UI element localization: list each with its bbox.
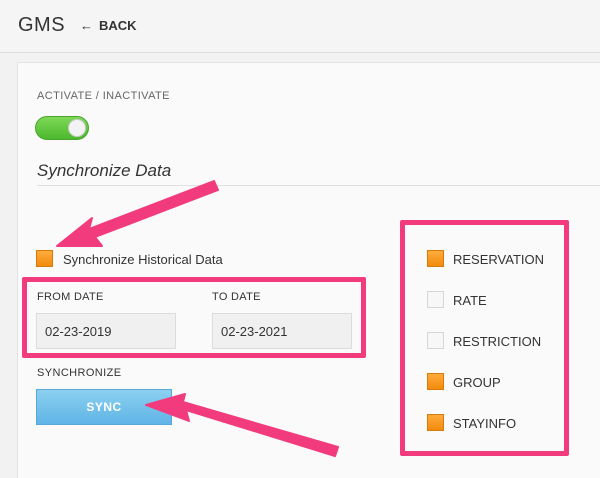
arrow-to-sync-icon: [145, 393, 339, 457]
annotation-arrows: [56, 180, 339, 457]
arrow-to-checkbox-icon: [56, 180, 219, 247]
